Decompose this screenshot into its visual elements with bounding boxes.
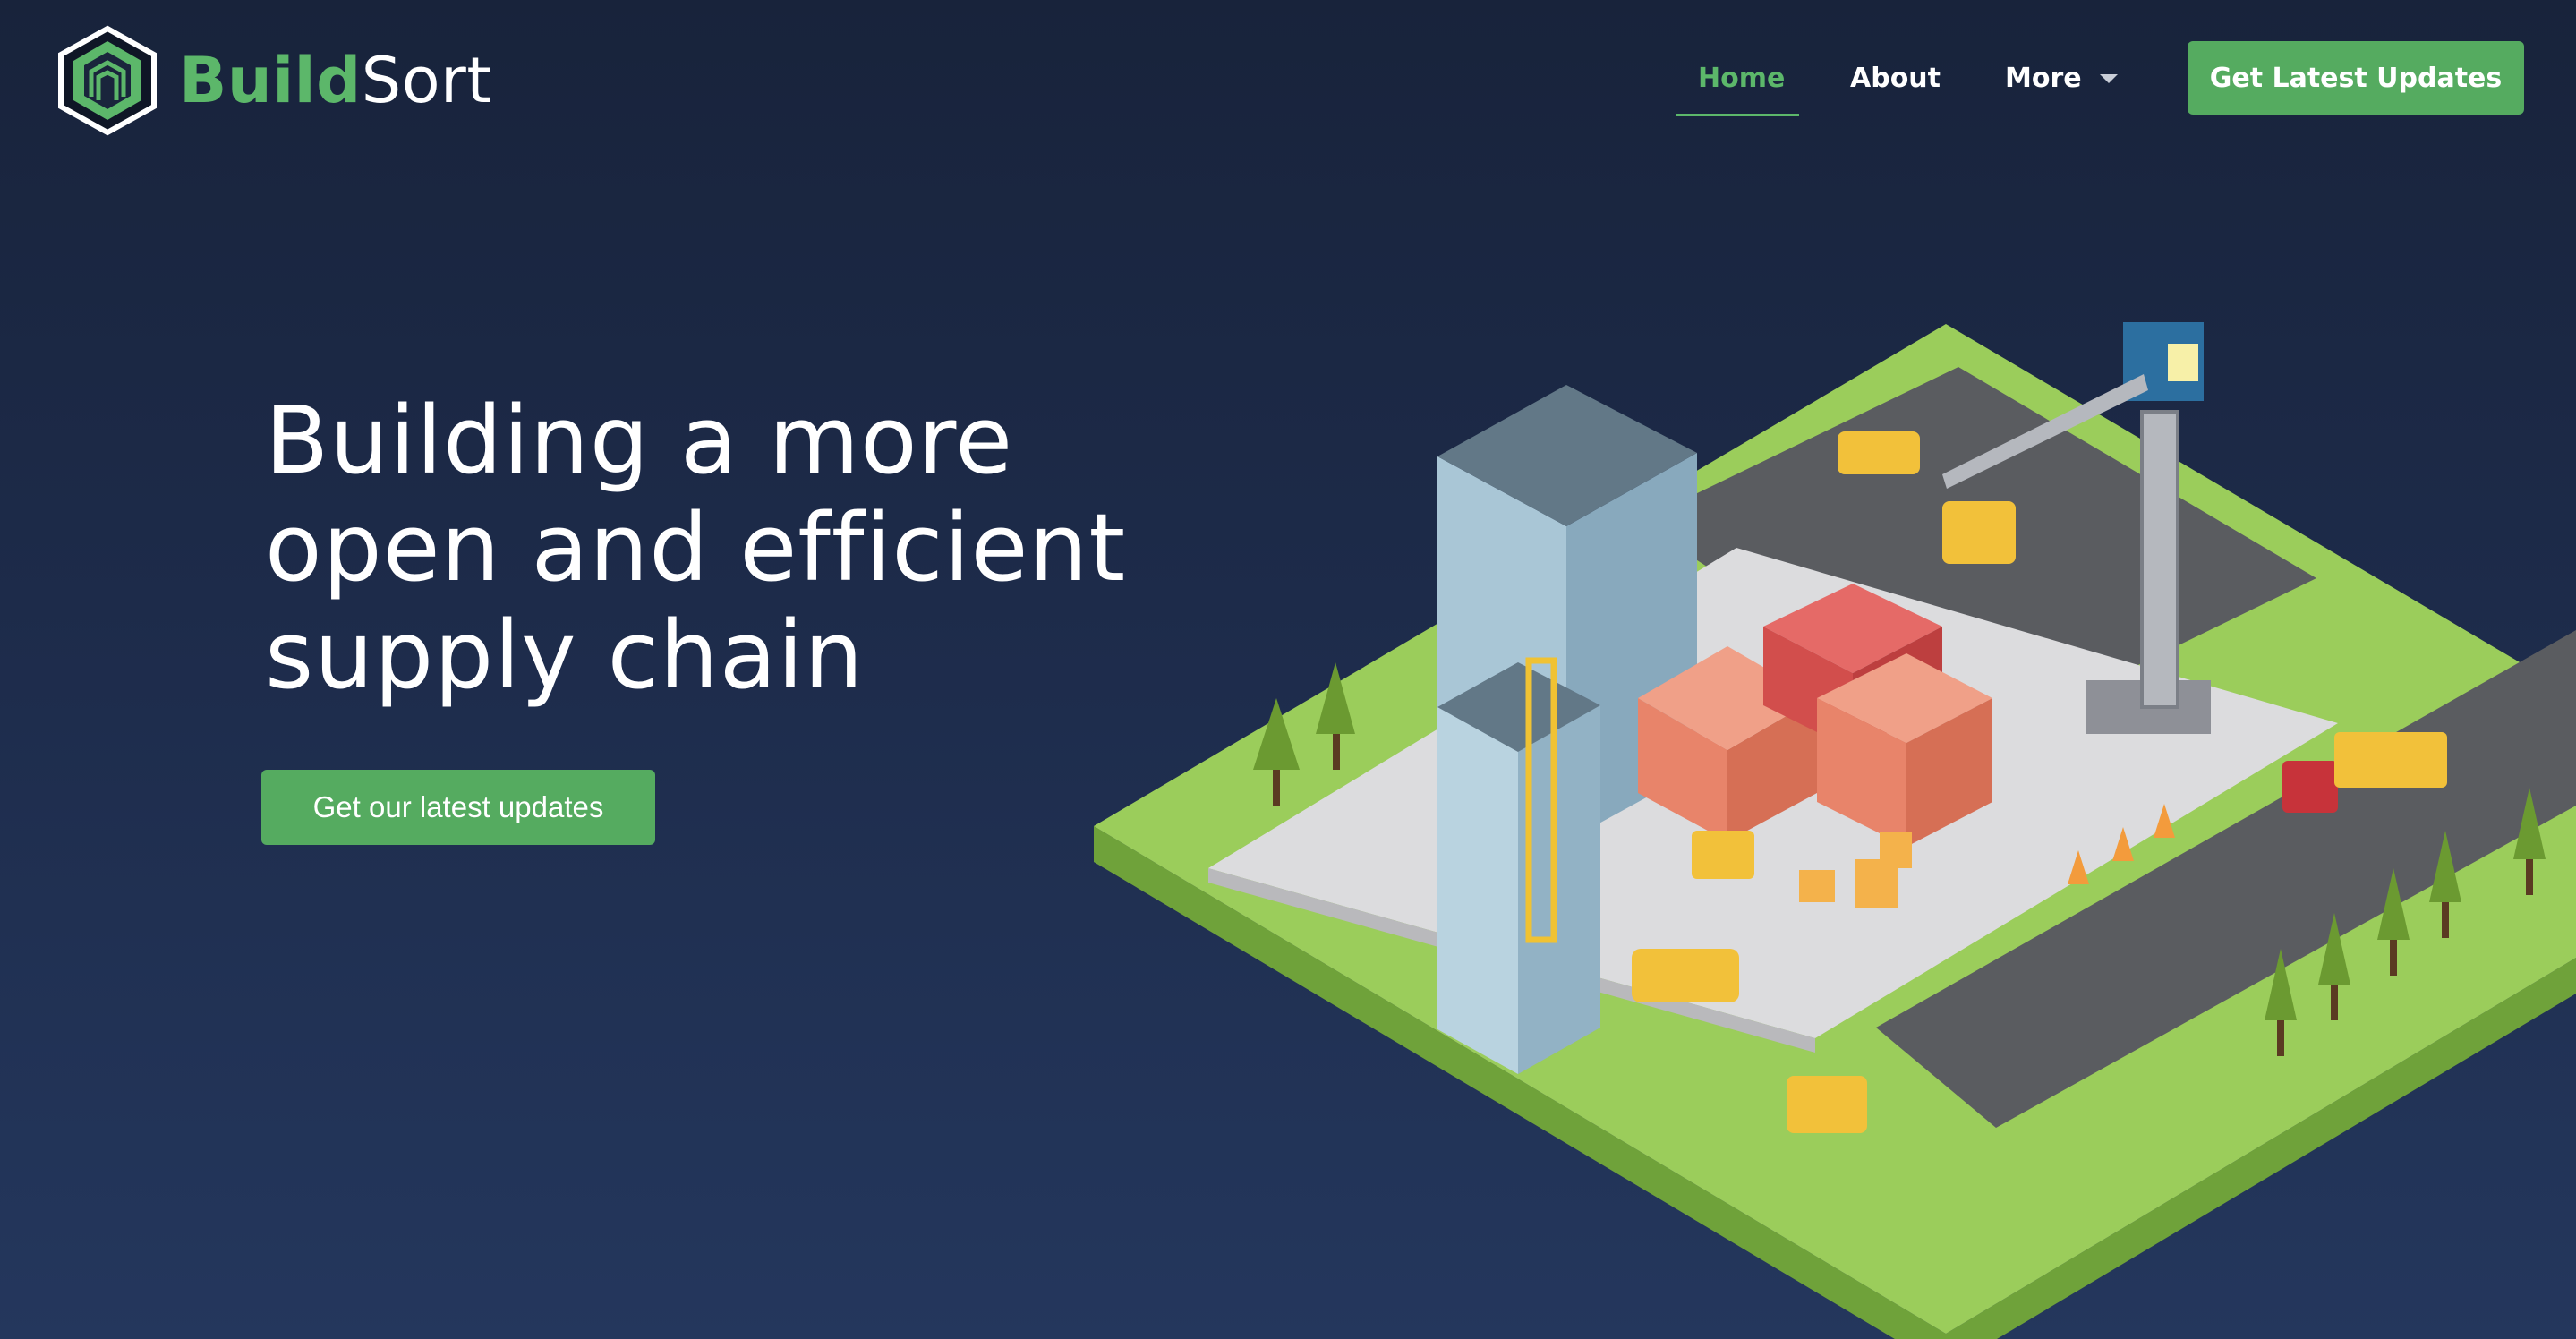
brand-name-bold: Build bbox=[179, 44, 362, 117]
navbar: BuildSort Home About More Get Latest Upd… bbox=[0, 0, 2576, 161]
hero-title-line-3: supply chain bbox=[265, 601, 865, 710]
forklift bbox=[1692, 831, 1754, 879]
cement-mixer bbox=[1632, 949, 1739, 1002]
red-truck bbox=[2282, 761, 2338, 813]
bulldozer bbox=[1942, 501, 2016, 564]
brand-name-light: Sort bbox=[361, 44, 492, 117]
get-latest-updates-button[interactable]: Get Latest Updates bbox=[2188, 41, 2524, 115]
hero-title-line-1: Building a more bbox=[265, 386, 1014, 495]
construction-site-illustration bbox=[1094, 322, 2576, 1339]
excavator bbox=[1787, 1076, 1867, 1133]
crane-tower bbox=[2140, 410, 2179, 709]
nav-more-label: More bbox=[2005, 63, 2082, 94]
hexagon-building-logo-icon bbox=[58, 25, 157, 136]
cargo-box bbox=[1799, 870, 1835, 902]
nav-more-dropdown[interactable]: More bbox=[2005, 65, 2118, 92]
nav-about-link[interactable]: About bbox=[1850, 65, 1941, 92]
hero-cta-button[interactable]: Get our latest updates bbox=[261, 770, 655, 845]
brand-name: BuildSort bbox=[179, 49, 491, 112]
hero-title-line-2: open and efficient bbox=[265, 493, 1127, 602]
hero-title: Building a more open and efficient suppl… bbox=[265, 387, 1160, 709]
brand-logo[interactable]: BuildSort bbox=[55, 25, 491, 136]
yellow-van bbox=[1838, 431, 1920, 474]
caret-down-icon bbox=[2099, 74, 2118, 83]
nav-home-link[interactable]: Home bbox=[1698, 65, 1785, 92]
active-nav-indicator bbox=[1676, 114, 1799, 116]
